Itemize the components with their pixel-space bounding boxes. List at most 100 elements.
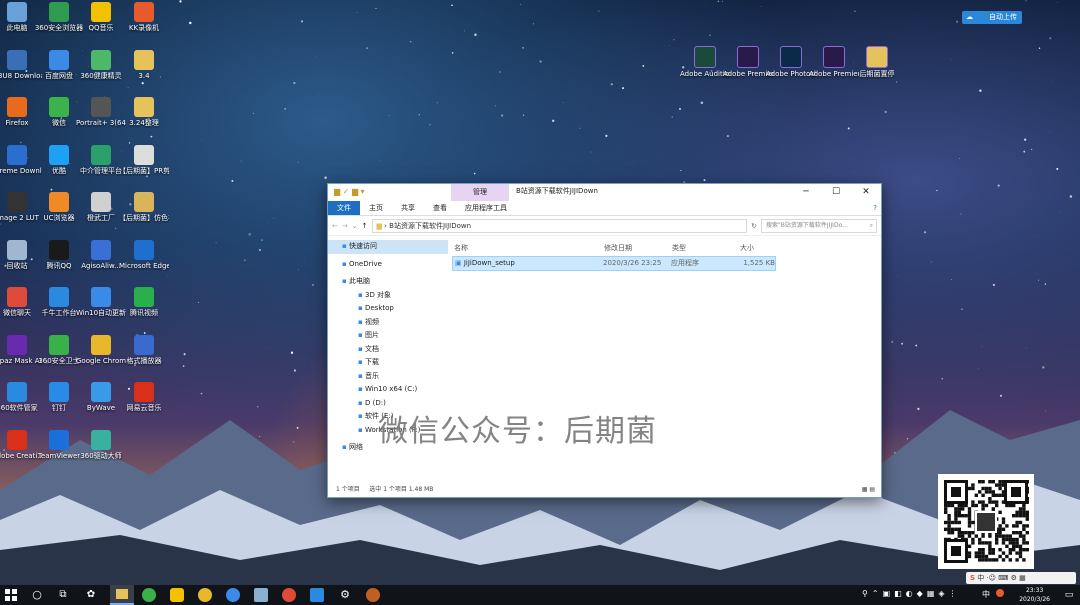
minimize-button[interactable]: ─ — [791, 184, 821, 201]
tencent-video-icon — [134, 287, 154, 307]
desktop-icon[interactable]: 腾讯视频 — [119, 287, 169, 318]
clock-date: 2020/3/26 — [1019, 596, 1050, 603]
ribbon-tabs: 文件 主页 共享 查看 应用程序工具 ? — [328, 201, 881, 216]
nav-item-icon: ▪ — [358, 317, 365, 326]
navigation-bar: ← → ⌄ ↑ ▆ › B站资源下载软件JIJIDown ↻ 搜索"B站资源下载… — [328, 216, 881, 236]
task-view-icon[interactable]: ⧉ — [56, 588, 70, 602]
desktop-icon[interactable]: 3.4 — [119, 49, 169, 81]
refresh-icon[interactable]: ↻ — [751, 222, 757, 230]
tab-view[interactable]: 查看 — [424, 201, 456, 215]
desktop-icon[interactable]: 【后期菌】仿色神器软件... — [119, 192, 169, 223]
explorer-taskbar-button[interactable] — [110, 585, 134, 605]
nav-item-icon: ▪ — [358, 358, 365, 366]
start-windows-icon[interactable] — [4, 588, 18, 602]
desktop-icon[interactable]: 网易云音乐 — [119, 382, 169, 413]
settings-gear-icon[interactable]: ⚙ — [338, 588, 352, 602]
nav-item-label: Desktop — [364, 304, 394, 312]
nav-item[interactable]: ▪ 音乐 — [328, 370, 448, 384]
uc-browser-icon — [49, 192, 69, 212]
teamviewer-icon — [49, 429, 69, 450]
address-bar[interactable]: ▆ › B站资源下载软件JIJIDown — [371, 218, 748, 233]
youku-icon — [49, 144, 69, 165]
recorder-taskbar-icon[interactable] — [366, 588, 380, 602]
nav-item[interactable]: ▪ 下载 — [328, 356, 448, 370]
view-toggle-icon[interactable]: ▦ ▤ — [862, 483, 875, 497]
desktop-icon-label: KK录像机 — [128, 24, 160, 32]
chrome-taskbar-icon[interactable] — [198, 588, 212, 602]
back-arrow-icon[interactable]: ← — [332, 222, 338, 230]
desktop-icon[interactable]: 格式播放器 — [119, 334, 169, 366]
widgets-icon[interactable]: ✿ — [84, 588, 98, 602]
nav-item[interactable]: ▪ OneDrive — [328, 258, 448, 272]
column-type[interactable]: 类型 — [672, 240, 740, 256]
computer-icon — [7, 2, 27, 22]
ime-mode-label: 中 — [977, 574, 985, 582]
chat-taskbar-icon[interactable] — [282, 588, 296, 602]
help-icon[interactable]: ? — [869, 201, 881, 215]
system-tray-icons[interactable]: ⚲⌃▣◧◐◆▦◈⋮ — [862, 589, 961, 598]
health-icon — [91, 49, 111, 70]
word-taskbar-icon[interactable] — [310, 588, 324, 602]
column-name[interactable]: 名称 — [450, 240, 604, 256]
title-bar[interactable]: ▆ ✓ ▆ ▾ 管理 B站资源下载软件JIJIDown ─ ☐ ✕ — [328, 184, 881, 201]
clock[interactable]: 23:33 2020/3/26 — [1019, 586, 1050, 604]
xtreme-icon — [7, 144, 27, 165]
desktop-icon[interactable]: KK录像机 — [119, 2, 169, 33]
nav-item[interactable]: ▪ Win10 x64 (C:) — [328, 383, 448, 397]
kk-recorder-icon — [134, 2, 154, 22]
context-tab-manage[interactable]: 管理 — [451, 184, 509, 201]
desktop-icon[interactable]: 【后期菌】PR剪辑神... — [119, 144, 169, 176]
search-input[interactable]: 搜索"B站资源下载软件JIJIDo... ⌕ — [761, 218, 877, 233]
search-circle-icon[interactable]: ○ — [30, 588, 44, 602]
firefox-icon — [7, 97, 27, 117]
nav-item[interactable]: ▪ 文档 — [328, 343, 448, 357]
nav-item[interactable]: ▪ Desktop — [328, 302, 448, 316]
file-row[interactable]: ▣ JiJiDown_setup 2020/3/26 23:25 应用程序 1,525… — [452, 256, 776, 271]
column-size[interactable]: 大小 — [740, 240, 780, 256]
desktop-icon[interactable]: 3.24整理 — [119, 97, 169, 128]
close-button[interactable]: ✕ — [851, 184, 881, 201]
desktop-icon[interactable]: Microsoft Edge — [119, 239, 169, 271]
sogou-ime-icon[interactable] — [996, 589, 1004, 597]
tab-home[interactable]: 主页 — [360, 201, 392, 215]
player-icon — [134, 334, 154, 355]
forward-arrow-icon[interactable]: → — [342, 222, 348, 230]
notification-icon[interactable]: ▭ — [1062, 588, 1076, 602]
maximize-button[interactable]: ☐ — [821, 184, 851, 201]
photoshop-icon — [780, 46, 802, 68]
nav-item[interactable]: ▪ 3D 对象 — [328, 289, 448, 303]
app-taskbar-icon[interactable] — [170, 588, 184, 602]
chrome-icon — [91, 334, 111, 355]
nav-item-icon: ▪ — [358, 398, 365, 407]
nav-item[interactable]: ▪ 此电脑 — [328, 275, 448, 289]
column-modified[interactable]: 修改日期 — [604, 240, 672, 256]
ime-indicator[interactable]: 中 — [982, 589, 990, 600]
tab-application-tools[interactable]: 应用程序工具 — [456, 201, 516, 215]
baidu-netdisk-taskbar-icon[interactable] — [226, 588, 240, 602]
quick-access-toolbar-icon[interactable]: ▆ ✓ ▆ ▾ — [334, 187, 365, 196]
baidu-auto-upload-button[interactable]: ☁ 自动上传 — [962, 11, 1022, 24]
status-item-count: 1 个项目 — [336, 486, 360, 493]
desktop-icon[interactable]: 后期菌置停 — [852, 46, 902, 79]
desktop-icon[interactable]: 360驱动大师 — [76, 429, 126, 461]
ime-toolbar[interactable]: S 中 ·☺ ⌨ ⚙ ▦ — [966, 572, 1076, 584]
nav-item-label: 3D 对象 — [364, 290, 392, 299]
desktop-icon-label: 3.4 — [138, 71, 150, 80]
desktop-icon-label: Microsoft Edge — [119, 261, 169, 270]
folder-icon — [134, 49, 154, 70]
nav-item[interactable]: ▪ 视频 — [328, 316, 448, 330]
nav-item-label: Win10 x64 (C:) — [364, 385, 418, 393]
folder-icon — [134, 97, 154, 117]
premiere-icon — [737, 46, 759, 68]
nav-item[interactable]: ▪ 快速访问 — [328, 240, 448, 254]
nav-item[interactable]: ▪ 图片 — [328, 329, 448, 343]
search-icon: ⌕ — [869, 221, 873, 229]
360-taskbar-icon[interactable] — [142, 588, 156, 602]
nav-item-label: 图片 — [364, 331, 379, 339]
tab-share[interactable]: 共享 — [392, 201, 424, 215]
image-taskbar-icon[interactable] — [254, 588, 268, 602]
up-arrow-icon[interactable]: ↑ — [362, 222, 368, 230]
desktop-icon-label: 网易云音乐 — [126, 404, 162, 412]
recent-chevron-icon[interactable]: ⌄ — [352, 222, 358, 230]
tab-file[interactable]: 文件 — [328, 201, 360, 215]
